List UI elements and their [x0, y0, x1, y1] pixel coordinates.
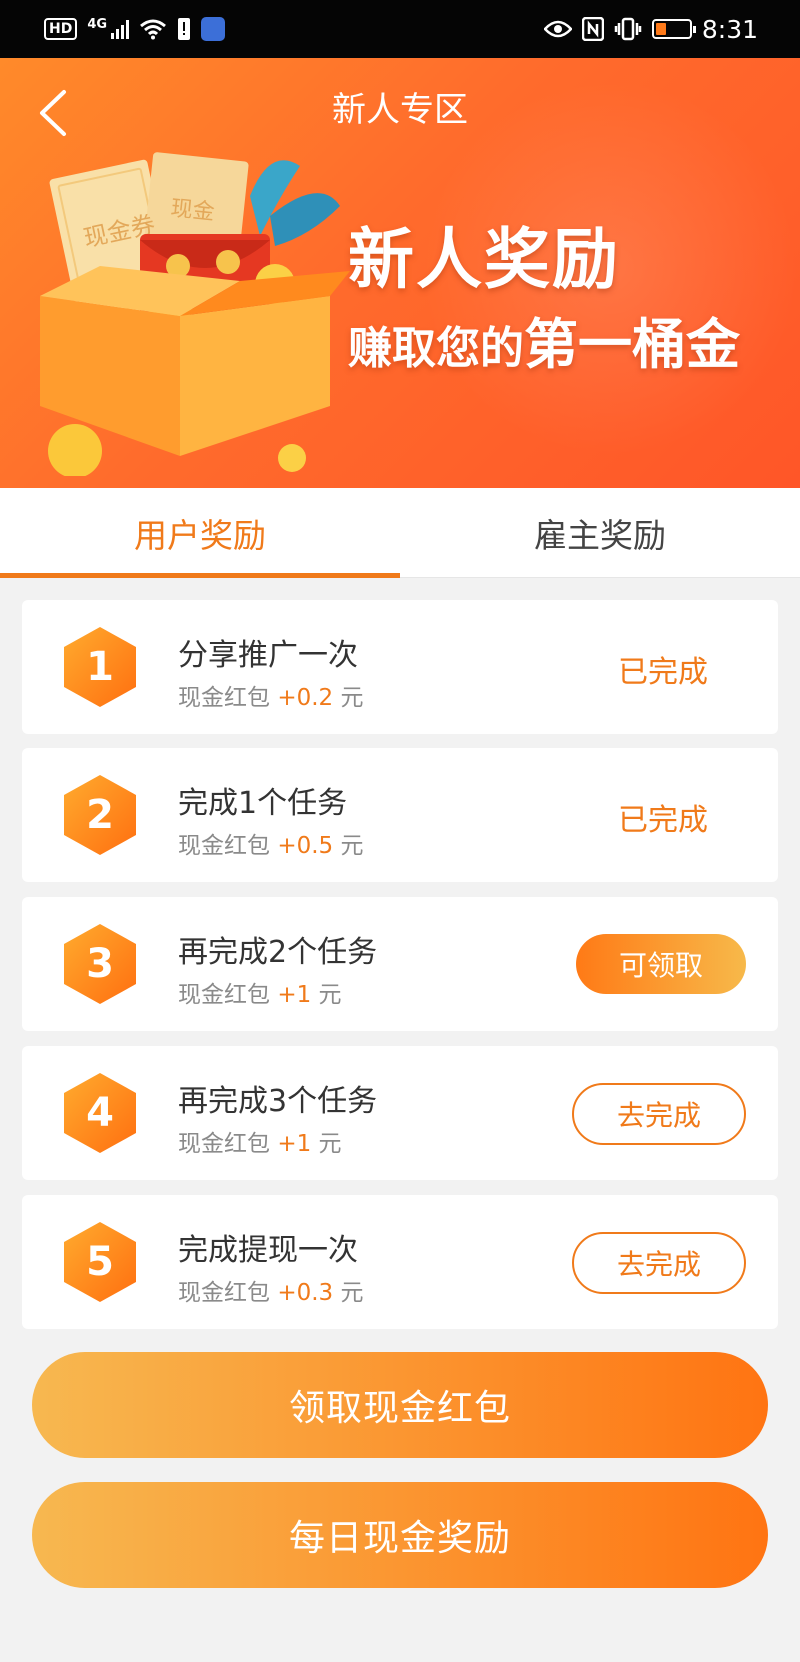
task-title: 再完成3个任务	[178, 1084, 378, 1119]
task-reward: 现金红包 +0.5 元	[178, 826, 363, 860]
step-number-badge: 4	[58, 1071, 142, 1155]
reward-amount: +0.2	[277, 685, 334, 711]
reward-amount: +0.5	[277, 833, 334, 859]
task-status-done: 已完成	[618, 803, 708, 838]
task-reward: 现金红包 +1 元	[178, 975, 342, 1009]
reward-amount: +0.3	[277, 1280, 334, 1306]
status-right: 8:31	[543, 14, 758, 44]
reward-unit: 元	[318, 1131, 342, 1157]
nfc-icon	[581, 17, 604, 41]
tab-employer-rewards[interactable]: 雇主奖励	[400, 488, 800, 577]
task-title: 分享推广一次	[178, 638, 358, 673]
daily-reward-button[interactable]: 每日现金奖励	[32, 1482, 768, 1588]
task-card: 1 分享推广一次 现金红包 +0.2 元 已完成	[22, 600, 778, 734]
battery-icon	[651, 19, 696, 39]
task-card: 4 再完成3个任务 现金红包 +1 元 去完成	[22, 1046, 778, 1180]
promo-sub-emphasis: 第一桶金	[524, 313, 740, 376]
step-number: 5	[86, 1239, 114, 1285]
task-card: 3 再完成2个任务 现金红包 +1 元 可领取	[22, 897, 778, 1031]
claim-button[interactable]: 可领取	[576, 934, 746, 994]
reward-amount: +1	[277, 1131, 312, 1157]
step-number: 3	[86, 941, 114, 987]
gift-box-illustration: 现金券 现金	[40, 152, 350, 476]
task-title: 完成提现一次	[178, 1233, 358, 1268]
clock: 8:31	[701, 14, 758, 44]
reward-unit: 元	[340, 1280, 364, 1306]
go-complete-button[interactable]: 去完成	[572, 1232, 746, 1294]
reward-unit: 元	[318, 982, 342, 1008]
task-card: 5 完成提现一次 现金红包 +0.3 元 去完成	[22, 1195, 778, 1329]
promo-banner: 现金券 现金 新人专区 新人奖励 赚取您的第一桶金	[0, 58, 800, 488]
music-app-icon	[201, 17, 226, 41]
task-status-done: 已完成	[618, 655, 708, 690]
reward-label: 现金红包	[178, 1280, 270, 1306]
wifi-icon	[140, 19, 167, 40]
eye-icon	[543, 20, 572, 38]
signal-icon	[111, 19, 130, 39]
tab-user-rewards[interactable]: 用户奖励	[0, 488, 400, 578]
step-number: 4	[86, 1090, 114, 1136]
reward-amount: +1	[277, 982, 312, 1008]
alert-icon	[178, 18, 191, 40]
vibrate-icon	[614, 17, 642, 41]
step-number: 2	[86, 792, 114, 838]
coupon-text-2: 现金	[169, 196, 215, 225]
reward-label: 现金红包	[178, 1131, 270, 1157]
hd-badge: HD	[44, 18, 78, 40]
page-title: 新人专区	[332, 90, 468, 130]
task-title: 完成1个任务	[178, 786, 348, 821]
network-badge: 4G	[87, 17, 108, 32]
step-number-badge: 3	[58, 922, 142, 1006]
reward-tabs: 用户奖励 雇主奖励	[0, 488, 800, 578]
reward-unit: 元	[340, 685, 364, 711]
task-reward: 现金红包 +0.3 元	[178, 1273, 363, 1307]
task-title: 再完成2个任务	[178, 935, 378, 970]
step-number-badge: 5	[58, 1220, 142, 1304]
status-left: HD 4G	[44, 17, 226, 41]
status-bar: HD 4G 8:31	[0, 0, 800, 58]
step-number: 1	[86, 644, 114, 690]
go-complete-button[interactable]: 去完成	[572, 1083, 746, 1145]
step-number-badge: 1	[58, 625, 142, 709]
promo-subheadline: 赚取您的第一桶金	[348, 300, 740, 379]
reward-label: 现金红包	[178, 982, 270, 1008]
task-card: 2 完成1个任务 现金红包 +0.5 元 已完成	[22, 748, 778, 882]
claim-cash-button[interactable]: 领取现金红包	[32, 1352, 768, 1458]
task-reward: 现金红包 +1 元	[178, 1124, 342, 1158]
step-number-badge: 2	[58, 773, 142, 857]
reward-label: 现金红包	[178, 685, 270, 711]
reward-label: 现金红包	[178, 833, 270, 859]
task-reward: 现金红包 +0.2 元	[178, 678, 363, 712]
promo-sub-prefix: 赚取您的	[348, 323, 524, 374]
promo-headline: 新人奖励	[348, 221, 620, 298]
reward-unit: 元	[340, 833, 364, 859]
